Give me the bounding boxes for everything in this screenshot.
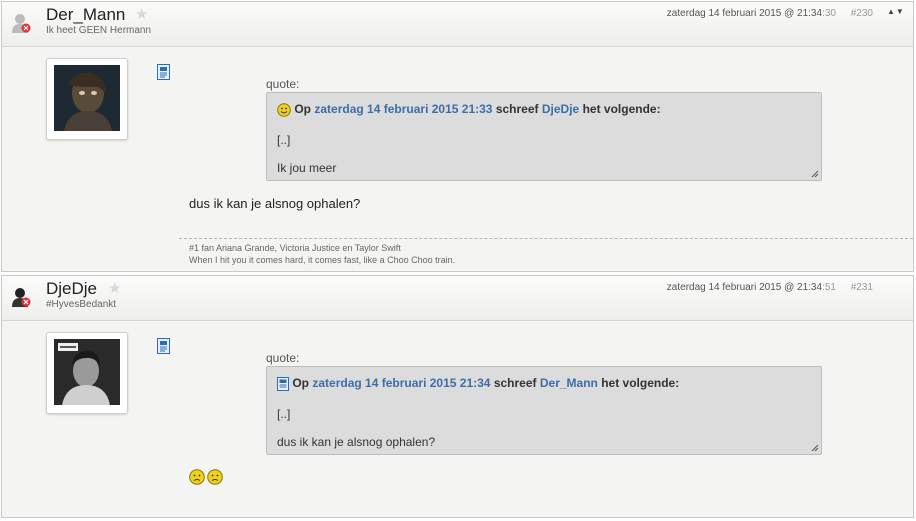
user-title: Ik heet GEEN Hermann	[46, 25, 152, 36]
quote-header: Op zaterdag 14 februari 2015 21:34 schre…	[277, 376, 679, 391]
smiley-icon	[277, 103, 291, 117]
quote-mid: schreef	[495, 102, 539, 116]
signature-line: When I hit you it comes hard, it comes f…	[189, 255, 456, 265]
post-header: DjeDje ★ #HyvesBedankt zaterdag 14 febru…	[2, 276, 913, 321]
quote-line: Ik jou meer	[277, 161, 337, 175]
quote-date-link[interactable]: zaterdag 14 februari 2015 21:34	[312, 376, 490, 390]
quote-label: quote:	[266, 77, 300, 91]
quote-line: [..]	[277, 133, 291, 147]
post-body	[189, 468, 223, 485]
user-icon[interactable]	[10, 11, 34, 35]
user-icon[interactable]	[10, 285, 34, 309]
quote-author-link[interactable]: DjeDje	[542, 102, 579, 116]
username[interactable]: Der_Mann	[46, 5, 125, 25]
quote-prefix: Op	[294, 102, 312, 116]
quote-box: Op zaterdag 14 februari 2015 21:34 schre…	[266, 366, 822, 455]
signature-line: #1 fan Ariana Grande, Victoria Justice e…	[189, 243, 401, 253]
post-date: zaterdag 14 februari 2015 @ 21:34:30 #23…	[667, 8, 873, 19]
post-date-seconds: :51	[822, 282, 836, 293]
star-icon[interactable]: ★	[135, 5, 148, 23]
post-body: dus ik kan je alsnog ophalen?	[189, 196, 361, 211]
post-number[interactable]: #230	[851, 8, 873, 19]
document-icon	[277, 376, 289, 391]
post-header: Der_Mann ★ Ik heet GEEN Hermann zaterdag…	[2, 2, 913, 47]
user-title: #HyvesBedankt	[46, 299, 117, 310]
quote-suffix: het volgende:	[582, 102, 661, 116]
avatar-image	[54, 65, 120, 131]
resize-handle-icon[interactable]	[811, 170, 819, 178]
document-icon[interactable]	[157, 64, 170, 80]
post-number[interactable]: #231	[851, 282, 873, 293]
quote-prefix: Op	[292, 376, 310, 390]
avatar-image	[54, 339, 120, 405]
sad-smiley-icon	[189, 468, 205, 485]
quote-label: quote:	[266, 351, 300, 365]
sad-smiley-icon	[207, 468, 223, 485]
quote-date-link[interactable]: zaterdag 14 februari 2015 21:33	[314, 102, 492, 116]
quote-line: dus ik kan je alsnog ophalen?	[277, 435, 436, 449]
avatar[interactable]	[46, 332, 128, 414]
post-date-seconds: :30	[822, 8, 836, 19]
forum-post: Der_Mann ★ Ik heet GEEN Hermann zaterdag…	[1, 1, 914, 272]
avatar[interactable]	[46, 58, 128, 140]
quote-line: [..]	[277, 407, 291, 421]
quote-header: Op zaterdag 14 februari 2015 21:33 schre…	[277, 102, 661, 117]
document-icon[interactable]	[157, 338, 170, 354]
post-date: zaterdag 14 februari 2015 @ 21:34:51 #23…	[667, 282, 873, 293]
star-icon[interactable]: ★	[108, 279, 121, 297]
post-date-main[interactable]: zaterdag 14 februari 2015 @ 21:34	[667, 282, 822, 293]
forum-post: DjeDje ★ #HyvesBedankt zaterdag 14 febru…	[1, 275, 914, 518]
quote-mid: schreef	[493, 376, 537, 390]
username[interactable]: DjeDje	[46, 279, 97, 299]
resize-handle-icon[interactable]	[811, 444, 819, 452]
quote-author-link[interactable]: Der_Mann	[540, 376, 598, 390]
quote-box: Op zaterdag 14 februari 2015 21:33 schre…	[266, 92, 822, 181]
post-date-main[interactable]: zaterdag 14 februari 2015 @ 21:34	[667, 8, 822, 19]
sort-arrows-icon[interactable]: ▲▼	[887, 7, 905, 16]
signature-divider	[179, 238, 913, 239]
quote-suffix: het volgende:	[601, 376, 680, 390]
